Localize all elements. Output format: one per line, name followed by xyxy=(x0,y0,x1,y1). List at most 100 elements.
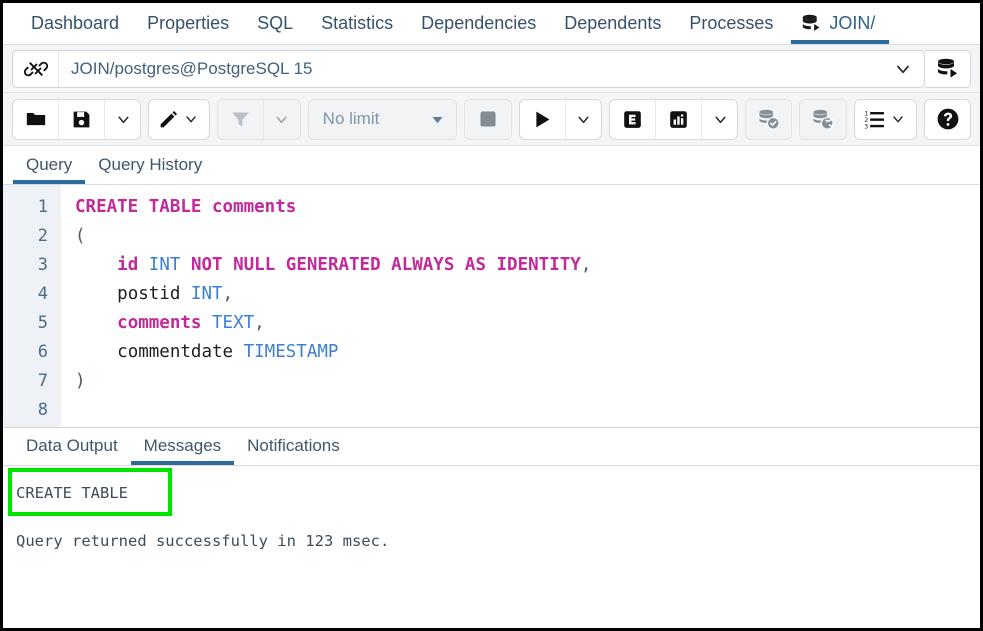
messages-panel: CREATE TABLE Query returned successfully… xyxy=(3,466,980,606)
code-token: , xyxy=(223,284,234,304)
message-spacer xyxy=(3,508,980,526)
code-line: ( xyxy=(75,222,980,251)
rollback-button xyxy=(800,100,846,139)
code-line: postid INT, xyxy=(75,280,980,309)
macros-button-group: 1 2 3 xyxy=(854,99,917,140)
chevron-down-icon[interactable] xyxy=(882,51,924,87)
explain-options-button[interactable] xyxy=(702,100,738,139)
code-token: TEXT xyxy=(212,313,254,333)
edit-button-group xyxy=(148,99,210,140)
commit-button xyxy=(746,100,792,139)
line-number: 6 xyxy=(3,338,61,367)
code-token: comments xyxy=(117,313,201,333)
code-token xyxy=(75,284,117,304)
tab-query-history[interactable]: Query History xyxy=(85,145,215,184)
open-file-button[interactable] xyxy=(13,100,59,139)
line-number: 5 xyxy=(3,309,61,338)
tab-dashboard[interactable]: Dashboard xyxy=(17,3,133,44)
row-limit-group: No limit xyxy=(308,99,458,140)
code-token: ( xyxy=(75,226,86,246)
tab-dependencies[interactable]: Dependencies xyxy=(407,3,550,44)
explain-button[interactable] xyxy=(610,100,656,139)
code-token: INT xyxy=(149,255,181,275)
help-button-group xyxy=(924,99,971,140)
code-token: TIMESTAMP xyxy=(244,342,339,362)
code-token: , xyxy=(581,255,592,275)
code-token xyxy=(180,255,191,275)
code-token: commentdate xyxy=(117,342,233,362)
code-token: id xyxy=(117,255,138,275)
chevron-down-icon xyxy=(115,111,132,128)
help-button[interactable] xyxy=(925,100,971,139)
folder-open-icon xyxy=(25,108,47,130)
tab-dependencies-label: Dependencies xyxy=(421,14,536,32)
tab-processes[interactable]: Processes xyxy=(675,3,787,44)
object-tab-bar: Dashboard Properties SQL Statistics Depe… xyxy=(3,3,980,45)
macros-chevron-down-icon[interactable] xyxy=(890,111,906,127)
code-token: NOT xyxy=(191,255,223,275)
execute-query-button[interactable] xyxy=(520,100,566,139)
tab-properties-label: Properties xyxy=(147,14,229,32)
query-panel-tab-bar: Query Query History xyxy=(3,146,980,185)
tab-messages[interactable]: Messages xyxy=(131,427,234,465)
filter-button xyxy=(218,100,264,139)
connection-title-input[interactable]: JOIN/postgres@PostgreSQL 15 xyxy=(59,51,882,87)
save-floppy-icon xyxy=(71,109,92,130)
save-file-button[interactable] xyxy=(59,100,105,139)
code-token xyxy=(201,197,212,217)
tab-notifications[interactable]: Notifications xyxy=(234,427,353,465)
tab-query[interactable]: Query xyxy=(13,145,85,184)
funnel-filter-icon xyxy=(230,109,251,130)
code-token: ) xyxy=(75,371,86,391)
database-commit-check-icon xyxy=(758,108,780,130)
row-limit-label: No limit xyxy=(323,109,380,129)
tab-sql[interactable]: SQL xyxy=(243,3,307,44)
code-line: CREATE TABLE comments xyxy=(75,193,980,222)
tab-dashboard-label: Dashboard xyxy=(31,14,119,32)
tab-query-tool-join[interactable]: JOIN/ xyxy=(787,3,889,44)
svg-text:3: 3 xyxy=(865,123,869,130)
line-number: 1 xyxy=(3,193,61,222)
explain-e-icon xyxy=(622,109,643,130)
tab-processes-label: Processes xyxy=(689,14,773,32)
message-result-line: CREATE TABLE xyxy=(3,478,980,508)
tab-statistics-label: Statistics xyxy=(321,14,393,32)
tab-statistics[interactable]: Statistics xyxy=(307,3,407,44)
edit-button[interactable] xyxy=(149,100,209,139)
commit-button-group xyxy=(745,99,792,140)
tab-data-output[interactable]: Data Output xyxy=(13,427,131,465)
row-limit-select[interactable]: No limit xyxy=(309,100,458,139)
code-token: INT xyxy=(191,284,223,304)
code-token xyxy=(201,313,212,333)
output-panel-tab-bar: Data Output Messages Notifications xyxy=(3,428,980,466)
macros-button[interactable]: 1 2 3 xyxy=(855,100,916,139)
chevron-down-icon xyxy=(273,111,290,128)
sql-code-content[interactable]: CREATE TABLE comments( id INT NOT NULL G… xyxy=(61,185,980,427)
tab-properties[interactable]: Properties xyxy=(133,3,243,44)
line-number: 4 xyxy=(3,280,61,309)
chevron-down-icon xyxy=(712,111,729,128)
explain-analyze-button[interactable] xyxy=(656,100,702,139)
chevron-down-icon xyxy=(575,111,592,128)
tab-notifications-label: Notifications xyxy=(247,436,340,456)
stop-square-icon xyxy=(478,109,498,129)
line-number: 3 xyxy=(3,251,61,280)
question-help-icon xyxy=(936,107,960,131)
code-line: commentdate TIMESTAMP xyxy=(75,338,980,367)
code-token xyxy=(223,255,234,275)
connection-link-icon[interactable] xyxy=(13,51,59,87)
explain-analyze-chart-icon xyxy=(668,109,689,130)
connection-bar: JOIN/postgres@PostgreSQL 15 xyxy=(3,45,980,93)
edit-options-chevron-down-icon[interactable] xyxy=(183,111,199,127)
filter-button-group xyxy=(217,99,301,140)
triangle-down-icon xyxy=(430,112,445,127)
code-token: comments xyxy=(212,197,296,217)
database-connect-icon[interactable] xyxy=(925,50,971,88)
tab-query-history-label: Query History xyxy=(98,155,202,175)
code-token: NULL xyxy=(233,255,275,275)
save-options-button[interactable] xyxy=(105,100,141,139)
tab-dependents[interactable]: Dependents xyxy=(550,3,675,44)
sql-editor[interactable]: 1 2 3 4 5 6 7 8 CREATE TABLE comments( i… xyxy=(3,185,980,428)
execute-options-button[interactable] xyxy=(566,100,602,139)
code-token xyxy=(180,284,191,304)
